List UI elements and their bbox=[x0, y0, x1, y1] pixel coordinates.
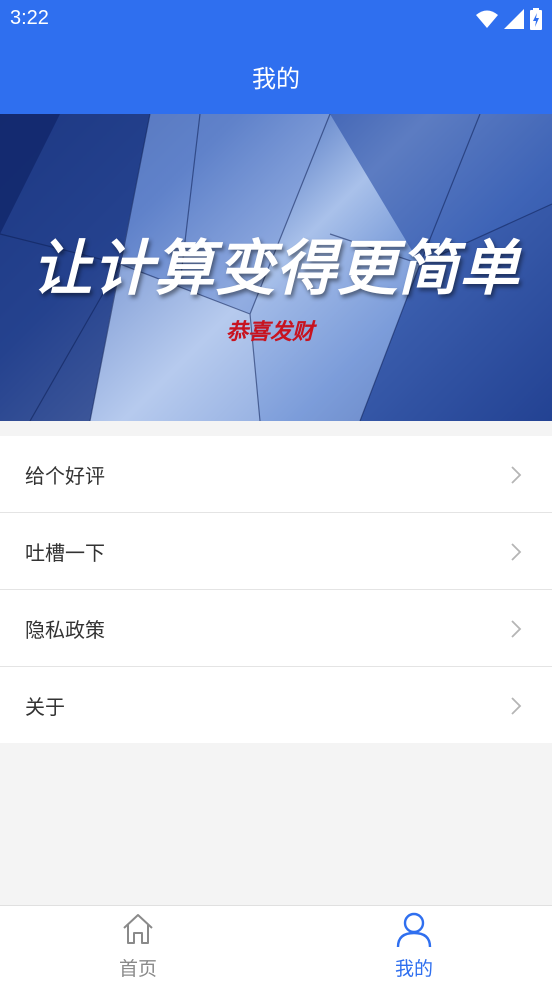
settings-menu: 给个好评 吐槽一下 隐私政策 关于 bbox=[0, 436, 552, 743]
chevron-right-icon bbox=[511, 543, 522, 561]
menu-item-label: 吐槽一下 bbox=[25, 540, 105, 565]
app-bar: 我的 bbox=[0, 38, 552, 114]
bottom-nav: 首页 我的 bbox=[0, 905, 552, 984]
person-icon bbox=[396, 912, 432, 948]
tab-mine-label: 我的 bbox=[394, 958, 433, 980]
chevron-right-icon bbox=[511, 697, 522, 715]
status-icons bbox=[476, 8, 542, 30]
menu-item-privacy[interactable]: 隐私政策 bbox=[0, 590, 552, 667]
banner-subtitle: 恭喜发财 bbox=[225, 320, 314, 345]
status-bar: 3:22 bbox=[0, 0, 552, 38]
signal-icon bbox=[504, 9, 524, 29]
menu-item-label: 关于 bbox=[25, 694, 65, 719]
chevron-right-icon bbox=[511, 620, 522, 638]
status-time: 3:22 bbox=[10, 7, 49, 29]
tab-mine[interactable]: 我的 bbox=[276, 906, 552, 984]
menu-item-about[interactable]: 关于 bbox=[0, 667, 552, 743]
banner: 让计算变得更简单 恭喜发财 bbox=[0, 114, 552, 421]
chevron-right-icon bbox=[511, 466, 522, 484]
battery-icon bbox=[530, 8, 542, 30]
menu-item-feedback[interactable]: 吐槽一下 bbox=[0, 513, 552, 590]
menu-item-label: 隐私政策 bbox=[25, 617, 105, 642]
banner-title: 让计算变得更简单 bbox=[32, 234, 520, 304]
wifi-icon bbox=[476, 10, 498, 28]
tab-home-label: 首页 bbox=[118, 958, 157, 980]
menu-item-rate[interactable]: 给个好评 bbox=[0, 436, 552, 513]
menu-item-label: 给个好评 bbox=[25, 463, 105, 488]
home-icon bbox=[123, 914, 153, 944]
page-title: 我的 bbox=[252, 64, 300, 93]
tab-home[interactable]: 首页 bbox=[0, 906, 276, 984]
